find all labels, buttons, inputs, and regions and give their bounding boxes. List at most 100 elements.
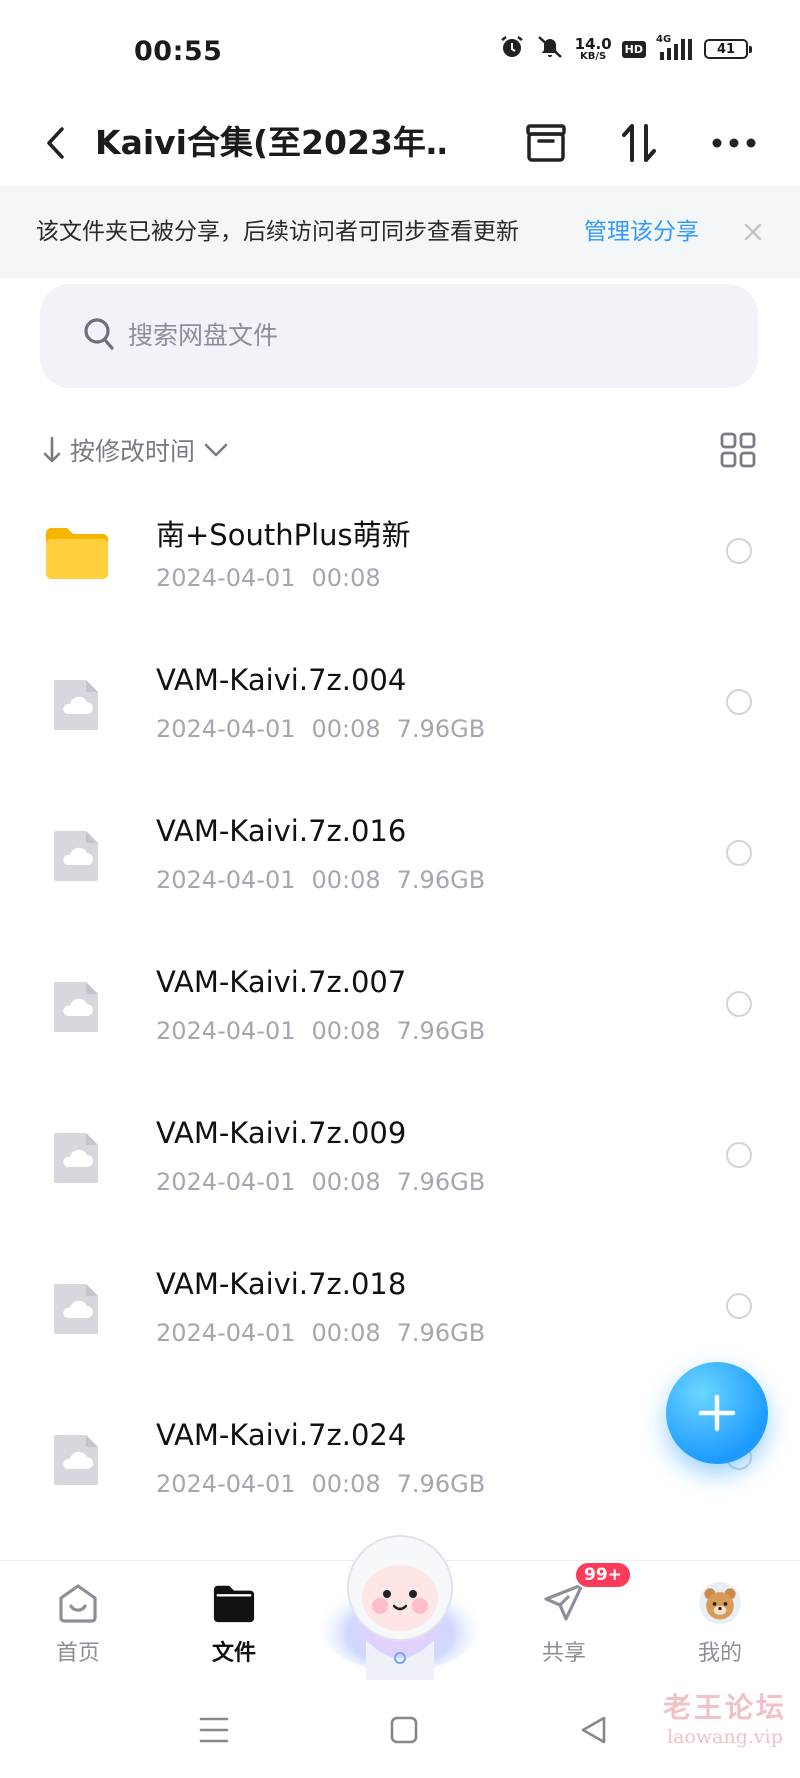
item-meta: 2024-04-01 00:08 7.96GB bbox=[156, 1168, 485, 1196]
battery-level: 41 bbox=[716, 41, 736, 57]
sort-selector[interactable]: 按修改时间 bbox=[42, 424, 229, 476]
plus-icon bbox=[698, 1394, 736, 1432]
item-date: 2024-04-01 bbox=[156, 866, 296, 894]
item-date: 2024-04-01 bbox=[156, 715, 296, 743]
manage-share-link[interactable]: 管理该分享 bbox=[584, 186, 699, 278]
nav-item-profile[interactable]: 我的 bbox=[660, 1561, 780, 1681]
recent-apps-button[interactable] bbox=[194, 1710, 234, 1750]
list-item[interactable]: VAM-Kaivi.7z.018 2024-04-01 00:08 7.96GB bbox=[0, 1233, 800, 1384]
list-item[interactable]: VAM-Kaivi.7z.016 2024-04-01 00:08 7.96GB bbox=[0, 780, 800, 931]
grid-view-toggle[interactable] bbox=[718, 430, 758, 470]
status-time: 00:55 bbox=[134, 36, 223, 67]
select-radio[interactable] bbox=[726, 840, 752, 866]
battery-indicator: 41 bbox=[704, 39, 752, 59]
folder-icon bbox=[212, 1581, 256, 1625]
list-item[interactable]: VAM-Kaivi.7z.009 2024-04-01 00:08 7.96GB bbox=[0, 1082, 800, 1233]
archive-box-icon bbox=[526, 124, 566, 162]
select-radio[interactable] bbox=[726, 538, 752, 564]
item-time: 00:08 bbox=[311, 866, 381, 894]
item-date: 2024-04-01 bbox=[156, 1017, 296, 1045]
more-dots-icon bbox=[712, 138, 756, 148]
item-name: VAM-Kaivi.7z.016 bbox=[156, 814, 407, 848]
item-date: 2024-04-01 bbox=[156, 1470, 296, 1498]
search-icon bbox=[82, 316, 116, 356]
nav-item-files[interactable]: 文件 bbox=[174, 1561, 294, 1681]
archive-button[interactable] bbox=[517, 114, 575, 172]
home-system-button[interactable] bbox=[384, 1710, 424, 1750]
nav-item-share[interactable]: 99+ 共享 bbox=[504, 1561, 632, 1681]
list-item[interactable]: VAM-Kaivi.7z.004 2024-04-01 00:08 7.96GB bbox=[0, 629, 800, 780]
cloud-file-icon bbox=[42, 971, 112, 1041]
mascot-icon bbox=[320, 1535, 480, 1680]
ai-assistant-mascot-button[interactable] bbox=[318, 1514, 482, 1680]
search-input[interactable]: 搜索网盘文件 bbox=[40, 284, 758, 388]
banner-close-button[interactable] bbox=[738, 214, 768, 250]
chevron-left-icon bbox=[47, 127, 64, 159]
item-name: VAM-Kaivi.7z.018 bbox=[156, 1267, 407, 1301]
select-radio[interactable] bbox=[726, 1293, 752, 1319]
item-time: 00:08 bbox=[311, 1319, 381, 1347]
status-icons: 14.0 KB/S HD 4G 41 bbox=[499, 34, 752, 64]
close-icon bbox=[744, 223, 762, 241]
profile-avatar-icon bbox=[698, 1581, 742, 1625]
nav-item-home[interactable]: 首页 bbox=[18, 1561, 138, 1681]
item-time: 00:08 bbox=[311, 1470, 381, 1498]
item-meta: 2024-04-01 00:08 7.96GB bbox=[156, 715, 485, 743]
select-radio[interactable] bbox=[726, 1142, 752, 1168]
top-app-bar: Kaivi合集(至2023年… bbox=[0, 104, 800, 186]
share-plane-icon bbox=[542, 1581, 586, 1625]
item-name: VAM-Kaivi.7z.007 bbox=[156, 965, 407, 999]
item-meta: 2024-04-01 00:08 7.96GB bbox=[156, 1319, 485, 1347]
page-title: Kaivi合集(至2023年… bbox=[95, 123, 445, 162]
item-meta: 2024-04-01 00:08 7.96GB bbox=[156, 1017, 485, 1045]
item-time: 00:08 bbox=[311, 564, 381, 592]
item-meta: 2024-04-01 00:08 7.96GB bbox=[156, 1470, 485, 1498]
nav-label: 共享 bbox=[541, 1641, 586, 1666]
list-item[interactable]: 南+SouthPlus萌新 2024-04-01 00:08 bbox=[0, 478, 800, 629]
square-icon bbox=[390, 1716, 418, 1744]
add-button[interactable] bbox=[666, 1362, 768, 1464]
folder-icon bbox=[42, 518, 112, 588]
watermark-title: 老王论坛 bbox=[662, 1691, 787, 1724]
cloud-file-icon bbox=[42, 820, 112, 890]
select-radio[interactable] bbox=[726, 991, 752, 1017]
cloud-file-icon bbox=[42, 1273, 112, 1343]
cloud-file-icon bbox=[42, 1424, 112, 1494]
cloud-file-icon bbox=[42, 1122, 112, 1192]
item-time: 00:08 bbox=[311, 715, 381, 743]
back-system-button[interactable] bbox=[574, 1710, 614, 1750]
triangle-back-icon bbox=[581, 1716, 606, 1744]
item-meta: 2024-04-01 00:08 bbox=[156, 564, 381, 592]
sort-label: 按修改时间 bbox=[70, 437, 196, 466]
select-radio[interactable] bbox=[726, 689, 752, 715]
item-size: 7.96GB bbox=[396, 1168, 486, 1196]
item-size: 7.96GB bbox=[396, 1017, 486, 1045]
item-size: 7.96GB bbox=[396, 1470, 486, 1498]
item-name: 南+SouthPlus萌新 bbox=[156, 518, 411, 552]
arrow-down-icon bbox=[43, 436, 61, 463]
menu-lines-icon bbox=[199, 1717, 229, 1743]
hd-badge: HD bbox=[621, 40, 646, 58]
home-icon bbox=[56, 1581, 100, 1625]
item-name: VAM-Kaivi.7z.009 bbox=[156, 1116, 407, 1150]
nav-label: 我的 bbox=[697, 1641, 742, 1666]
nav-label: 文件 bbox=[211, 1641, 256, 1666]
item-name: VAM-Kaivi.7z.004 bbox=[156, 663, 407, 697]
share-notice-banner: 该文件夹已被分享，后续访问者可同步查看更新 管理该分享 bbox=[0, 186, 800, 278]
item-name: VAM-Kaivi.7z.024 bbox=[156, 1418, 407, 1452]
share-notice-text: 该文件夹已被分享，后续访问者可同步查看更新 bbox=[36, 219, 519, 245]
sort-arrows-icon bbox=[622, 124, 656, 162]
list-item[interactable]: VAM-Kaivi.7z.007 2024-04-01 00:08 7.96GB bbox=[0, 931, 800, 1082]
item-size: 7.96GB bbox=[396, 1319, 486, 1347]
nav-label: 首页 bbox=[55, 1641, 100, 1666]
more-options-button[interactable] bbox=[705, 114, 763, 172]
search-placeholder: 搜索网盘文件 bbox=[128, 321, 279, 350]
item-time: 00:08 bbox=[311, 1168, 381, 1196]
network-speed-unit: KB/S bbox=[580, 50, 607, 62]
grid-view-icon bbox=[720, 432, 756, 468]
sort-order-button[interactable] bbox=[610, 114, 668, 172]
item-date: 2024-04-01 bbox=[156, 1319, 296, 1347]
status-bar: 00:55 14.0 KB/S HD 4G 41 bbox=[0, 0, 800, 104]
item-date: 2024-04-01 bbox=[156, 1168, 296, 1196]
back-button[interactable] bbox=[36, 118, 76, 168]
